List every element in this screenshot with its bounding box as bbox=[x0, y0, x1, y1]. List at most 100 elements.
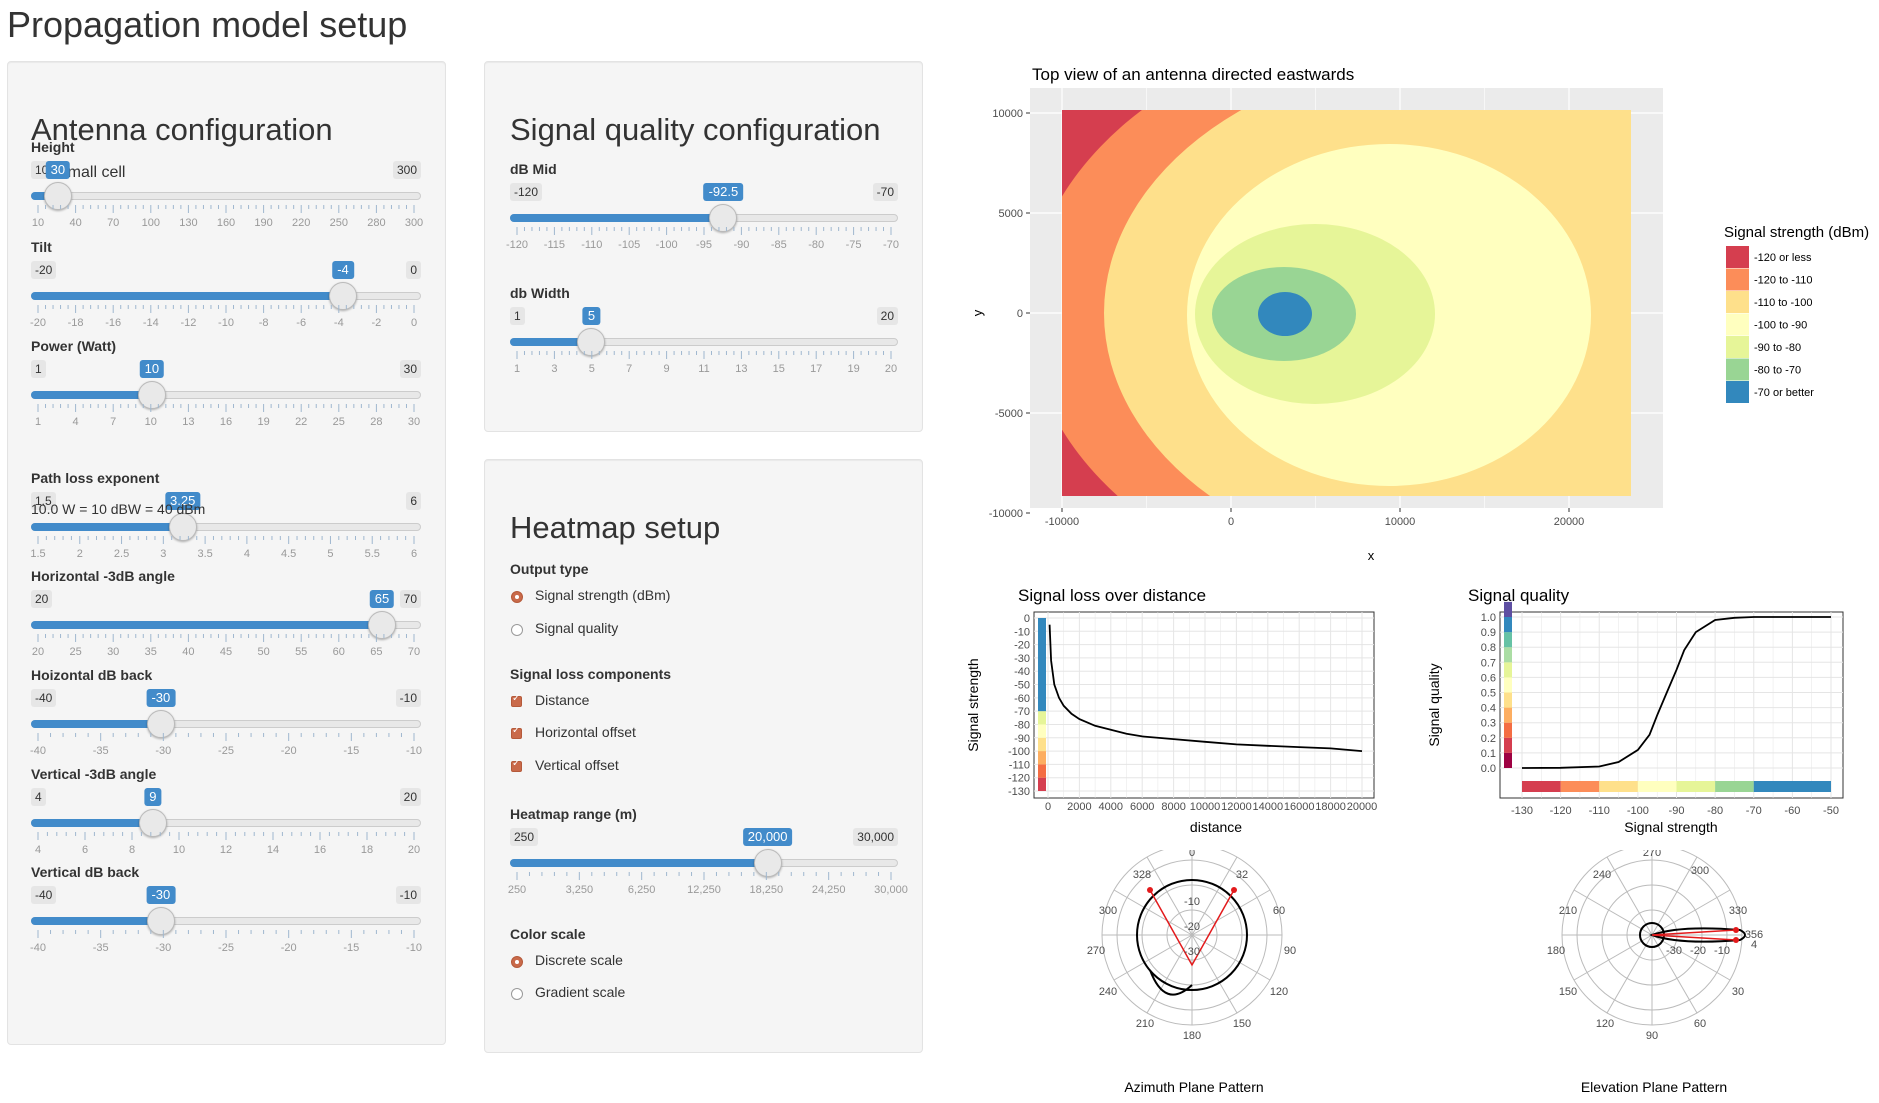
quality-slider-0[interactable]: -120 -70 -92.5 -120 -115 -110 -105 -100 -95 -90 -8… bbox=[506, 183, 899, 251]
slider-max-label: -10 bbox=[395, 689, 421, 707]
azimuth-radial-label: -20 bbox=[1184, 921, 1200, 933]
signal-loss-colorbar-segment bbox=[1038, 737, 1046, 752]
slider-grid-label: 4 bbox=[34, 844, 42, 856]
slider-grid-label: -40 bbox=[30, 745, 46, 757]
slider-grid-label: 25 bbox=[332, 416, 345, 428]
quality-slider-1[interactable]: 1 20 5 1 3 5 7 9 11 13 15 17 19 20 bbox=[510, 307, 898, 375]
slider-grid-label: -80 bbox=[808, 239, 825, 251]
signal-quality-vbar-segment bbox=[1504, 707, 1512, 723]
slider-grid-label: 55 bbox=[295, 646, 308, 658]
antenna-slider-7[interactable]: -40 -10 -30 -40 -35 -30 -25 -20 -15 -10 bbox=[30, 886, 422, 954]
signal-loss-components-label: Signal loss components bbox=[510, 666, 672, 682]
signal-quality-title: Signal quality bbox=[1468, 586, 1570, 605]
slider-value-label: 10 bbox=[139, 360, 165, 378]
heatmap-range-slider-label-0: Heatmap range (m) bbox=[510, 806, 637, 822]
slider-grid-label: 17 bbox=[810, 363, 823, 375]
discrete-scale-radio[interactable] bbox=[511, 956, 523, 968]
slider-grid-label: 3 bbox=[160, 548, 167, 560]
signal-loss-ytick-label: -20 bbox=[1014, 640, 1030, 652]
slider-fill bbox=[31, 720, 161, 728]
slider-grid-label: 65 bbox=[370, 646, 383, 658]
heatmap-legend-label: -120 or less bbox=[1754, 252, 1812, 264]
horizontal-offset-checkbox[interactable] bbox=[511, 725, 522, 739]
vertical-offset-checkbox[interactable] bbox=[511, 758, 522, 772]
signal-loss-ytick-label: -130 bbox=[1008, 786, 1030, 798]
antenna-configuration-panel: Antenna configuration Small cell Height 1… bbox=[7, 61, 446, 1045]
heatmap-ylabel: y bbox=[970, 309, 985, 316]
slider-grid-label: 30 bbox=[407, 416, 421, 428]
slider-grid-label: -4 bbox=[333, 317, 344, 329]
heatmap-ytick-label: -5000 bbox=[995, 408, 1023, 420]
heatmap-ytick-label: 0 bbox=[1017, 308, 1023, 320]
slider-min-label: -120 bbox=[510, 183, 543, 201]
slider-grid-label: -15 bbox=[343, 942, 360, 954]
slider-grid-label: -20 bbox=[280, 745, 297, 757]
slider-grid-label: 6 bbox=[410, 548, 418, 560]
slider-grid-label: 15 bbox=[772, 363, 785, 375]
antenna-slider-1[interactable]: -20 0 -4 -20 -18 -16 -14 -12 -10 -8 -6 -4 -2 0 bbox=[30, 261, 421, 329]
signal-quality-vbar-segment bbox=[1504, 692, 1512, 708]
gradient-scale-radio[interactable] bbox=[511, 988, 523, 1000]
antenna-slider-5[interactable]: -40 -10 -30 -40 -35 -30 -25 -20 -15 -10 bbox=[30, 689, 422, 757]
slider-grid-label: 7 bbox=[110, 416, 117, 428]
slider-value-label: 20,000 bbox=[742, 828, 793, 846]
slider-fill bbox=[31, 819, 153, 827]
antenna-slider-4[interactable]: 20 70 65 20 25 30 35 40 45 50 55 60 65 70 bbox=[31, 590, 421, 658]
heatmap-xtick-label: -10000 bbox=[1045, 516, 1079, 528]
slider-grid-label: 60 bbox=[332, 646, 345, 658]
gradient-scale-label: Gradient scale bbox=[535, 984, 626, 1000]
slider-ticks bbox=[37, 205, 415, 213]
elevation-angle-label: 4 bbox=[1751, 939, 1757, 951]
signal-loss-xtick-label: 12000 bbox=[1221, 801, 1252, 813]
slider-grid-label: 19 bbox=[257, 416, 270, 428]
antenna-slider-label-1: Tilt bbox=[31, 239, 52, 255]
slider-grid-label: 30,000 bbox=[874, 884, 908, 896]
signal-loss-chart: Signal loss over distance 0 2000 4000 6000 8… bbox=[965, 586, 1377, 835]
antenna-slider-3[interactable]: 1.5 6 3.25 1.5 2 2.5 3 3.5 4 4.5 5 5.5 6 bbox=[30, 492, 421, 560]
slider-max-label: -10 bbox=[395, 886, 421, 904]
output-signal-strength-radio[interactable] bbox=[511, 591, 523, 603]
antenna-slider-0[interactable]: 10 300 30 10 40 70 100 130 160 190 220 250 280 300 bbox=[31, 161, 423, 229]
azimuth-title: Azimuth Plane Pattern bbox=[1124, 1079, 1263, 1095]
heatmap-range-slider-0[interactable]: 250 30,000 20,000 250 3,250 6,250 12,250 18,250… bbox=[508, 828, 908, 896]
signal-quality-ytick-label: 0.4 bbox=[1481, 703, 1496, 715]
slider-min-label: 20 bbox=[31, 590, 53, 608]
signal-quality-ytick-label: 0.9 bbox=[1481, 627, 1496, 639]
antenna-slider-label-4: Horizontal -3dB angle bbox=[31, 568, 175, 584]
heatmap-legend-label: -90 to -80 bbox=[1754, 342, 1801, 354]
elevation-title: Elevation Plane Pattern bbox=[1581, 1079, 1727, 1095]
slider-grid-label: 11 bbox=[698, 363, 710, 375]
slider-track[interactable] bbox=[31, 192, 421, 200]
signal-loss-colorbar-segment bbox=[1038, 618, 1046, 712]
slider-max-label: 6 bbox=[406, 492, 421, 510]
slider-fill bbox=[31, 523, 183, 531]
azimuth-radial-label: -10 bbox=[1184, 896, 1200, 908]
signal-quality-panel-title: Signal quality configuration bbox=[510, 112, 881, 147]
signal-loss-xtick-label: 18000 bbox=[1315, 801, 1346, 813]
slider-grid-label: 3.5 bbox=[197, 548, 213, 560]
elevation-angle-label: 30 bbox=[1732, 986, 1744, 998]
heatmap-setup-title: Heatmap setup bbox=[510, 510, 721, 545]
slider-ticks bbox=[516, 227, 892, 235]
slider-grid-label: -95 bbox=[696, 239, 712, 251]
slider-grid-label: -10 bbox=[406, 942, 422, 954]
signal-loss-ytick-label: -70 bbox=[1014, 706, 1030, 718]
slider-grid-label: -110 bbox=[581, 239, 603, 251]
slider-grid-label: 18,250 bbox=[749, 884, 784, 896]
signal-loss-ylabel: Signal strength bbox=[965, 658, 981, 751]
antenna-slider-6[interactable]: 4 20 9 4 6 8 10 12 14 16 18 20 bbox=[31, 788, 421, 856]
heatmap-legend-label: -120 to -110 bbox=[1754, 275, 1813, 287]
signal-quality-ytick-label: 0.7 bbox=[1481, 657, 1496, 669]
azimuth-angle-label: 90 bbox=[1284, 945, 1296, 957]
elevation-angle-label: 180 bbox=[1547, 945, 1565, 957]
distance-checkbox[interactable] bbox=[511, 693, 522, 707]
heatmap-legend-swatch bbox=[1726, 336, 1749, 358]
slider-grid-label: 22 bbox=[295, 416, 308, 428]
heatmap-chart: Top view of an antenna directed eastward… bbox=[970, 65, 1869, 563]
output-signal-quality-radio[interactable] bbox=[511, 624, 523, 636]
antenna-slider-2[interactable]: 1 30 10 1 4 7 10 13 16 19 22 25 28 30 bbox=[31, 360, 421, 428]
slider-fill bbox=[31, 917, 161, 925]
azimuth-angle-label: 32 bbox=[1236, 869, 1248, 881]
output-type-label: Output type bbox=[510, 561, 589, 577]
slider-grid-label: -35 bbox=[92, 745, 109, 757]
